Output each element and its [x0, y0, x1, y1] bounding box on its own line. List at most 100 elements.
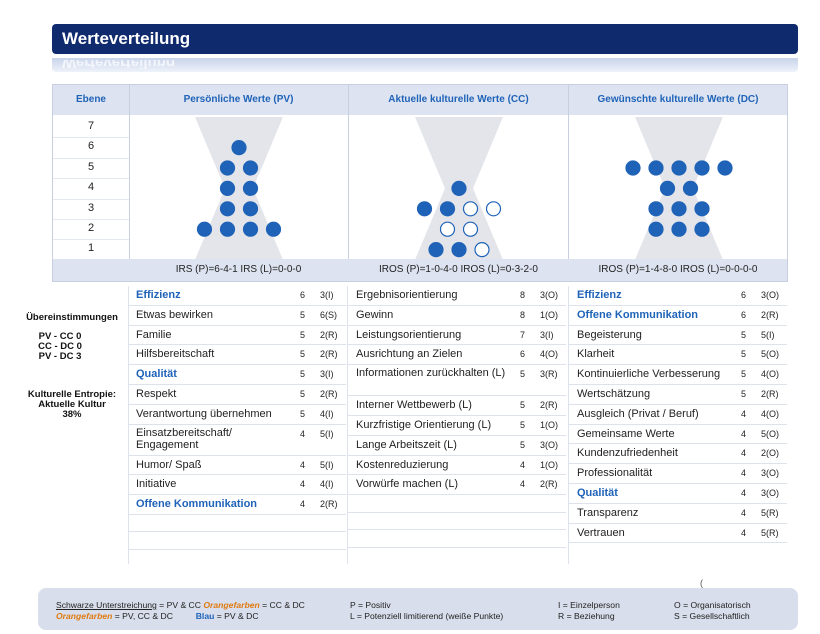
- legend-r: R = Beziehung: [558, 611, 615, 621]
- positive-value-dot: [671, 160, 687, 176]
- value-label: Einsatzbereitschaft/ Engagement: [136, 426, 232, 451]
- limiting-value-dot: [439, 221, 456, 237]
- legend-i: I = Einzelperson: [558, 600, 620, 610]
- positive-value-dot: [242, 221, 259, 237]
- positive-value-dot: [242, 160, 259, 176]
- positive-value-dot: [242, 201, 259, 217]
- distribution-panel: Ebene Persönliche Werte (PV) Aktuelle ku…: [52, 84, 788, 282]
- positive-value-dot: [439, 201, 456, 217]
- distribution-chart: [195, 117, 733, 259]
- legend-blue: Blau: [195, 611, 215, 621]
- legend-s: S = Gesellschaftlich: [674, 611, 750, 621]
- value-row: Effizienz 6 3(O): [569, 286, 787, 306]
- value-score: 8: [520, 290, 526, 300]
- limiting-value-dot: [474, 242, 490, 258]
- value-row: Lange Arbeitszeit (L) 5 3(O): [348, 436, 566, 456]
- value-score: 4: [741, 507, 747, 518]
- value-label: Qualität: [136, 368, 177, 381]
- entropy-value: 38%: [62, 409, 82, 420]
- value-label: Transparenz: [577, 506, 639, 519]
- positive-value-dot: [671, 201, 687, 217]
- positive-value-dot: [196, 221, 213, 237]
- value-code: 4(O): [761, 408, 779, 419]
- value-score: 4: [741, 428, 747, 439]
- footer-dc: IROS (P)=1-4-8-0 IROS (L)=0-0-0-0: [598, 264, 758, 275]
- positive-value-dot: [219, 201, 236, 217]
- value-score: 4: [300, 479, 306, 490]
- value-code: 2(R): [540, 479, 558, 490]
- value-score: 5: [300, 329, 306, 340]
- value-code: 3(O): [761, 468, 779, 479]
- empty-row: [128, 532, 346, 550]
- value-label: Initiative: [136, 478, 177, 491]
- positive-value-dot: [671, 221, 687, 237]
- level-label: 4: [87, 181, 95, 194]
- value-code: 2(R): [540, 400, 558, 411]
- positive-value-dot: [648, 201, 664, 217]
- level-label: 6: [87, 140, 95, 153]
- value-score: 6: [520, 349, 526, 360]
- value-code: 5(O): [761, 349, 779, 360]
- value-score: 4: [741, 468, 747, 479]
- value-score: 5: [520, 369, 526, 380]
- value-label: Klarheit: [577, 348, 615, 361]
- value-code: 4(I): [320, 408, 334, 419]
- value-code: 3(O): [761, 487, 779, 498]
- value-label: Vertrauen: [577, 526, 625, 539]
- legend-underline: Schwarze Unterstreichung: [56, 600, 157, 610]
- value-score: 5: [300, 369, 306, 380]
- value-code: 5(I): [761, 329, 775, 340]
- value-score: 8: [520, 309, 526, 320]
- value-label: Wertschätzung: [577, 387, 651, 400]
- value-label: Gemeinsame Werte: [577, 427, 675, 440]
- value-row: Verantwortung übernehmen 5 4(I): [128, 405, 346, 425]
- positive-value-dot: [219, 160, 236, 176]
- value-code: 4(I): [320, 479, 334, 490]
- positive-value-dot: [659, 180, 676, 197]
- value-code: 1(O): [540, 459, 558, 470]
- value-row: Gewinn 8 1(O): [348, 306, 566, 326]
- value-row: Kostenreduzierung 4 1(O): [348, 456, 566, 476]
- value-code: 3(O): [540, 439, 558, 450]
- value-code: 3(R): [540, 369, 558, 380]
- value-code: 1(O): [540, 309, 558, 320]
- value-label: Hilfsbereitschaft: [136, 348, 215, 361]
- value-label: Interner Wettbewerb (L): [356, 399, 472, 412]
- value-code: 2(R): [320, 349, 338, 360]
- value-score: 4: [520, 479, 526, 490]
- value-row: Initiative 4 4(I): [128, 475, 346, 496]
- value-score: 5: [741, 388, 747, 399]
- value-score: 5: [520, 439, 526, 450]
- value-code: 5(O): [761, 428, 779, 439]
- value-row: Ausrichtung an Zielen 6 4(O): [348, 345, 566, 366]
- value-label: Lange Arbeitszeit (L): [356, 438, 457, 451]
- value-score: 6: [741, 290, 747, 300]
- value-label: Familie: [136, 328, 172, 341]
- positive-value-dot: [682, 180, 699, 197]
- value-row: Professionalität 4 3(O): [569, 464, 787, 484]
- legend-orange-1: Orangefarben: [203, 600, 260, 610]
- legend: Schwarze Unterstreichung = PV & CC Orang…: [38, 588, 798, 630]
- match-pv-dc: PV - DC 3: [38, 351, 82, 362]
- value-label: Leistungsorientierung: [356, 328, 462, 341]
- empty-row: [128, 515, 346, 533]
- positive-value-dot: [265, 221, 282, 237]
- value-score: 7: [520, 329, 526, 340]
- positive-value-dot: [219, 221, 236, 237]
- value-label: Effizienz: [577, 289, 622, 301]
- value-score: 4: [300, 428, 306, 439]
- value-code: 5(I): [320, 428, 334, 439]
- value-score: 5: [300, 309, 306, 320]
- value-row: Klarheit 5 5(O): [569, 345, 787, 366]
- value-label: Vorwürfe machen (L): [356, 478, 459, 491]
- value-code: 5(I): [320, 459, 334, 470]
- footer-pv: IRS (P)=6-4-1 IRS (L)=0-0-0: [175, 264, 302, 275]
- value-code: 3(O): [761, 290, 779, 300]
- positive-value-dot: [625, 160, 641, 176]
- value-score: 6: [300, 290, 306, 300]
- value-row: Transparenz 4 5(R): [569, 504, 787, 524]
- value-code: 2(R): [320, 329, 338, 340]
- empty-row: [348, 513, 566, 531]
- value-row: Interner Wettbewerb (L) 5 2(R): [348, 396, 566, 416]
- value-label: Qualität: [577, 486, 618, 499]
